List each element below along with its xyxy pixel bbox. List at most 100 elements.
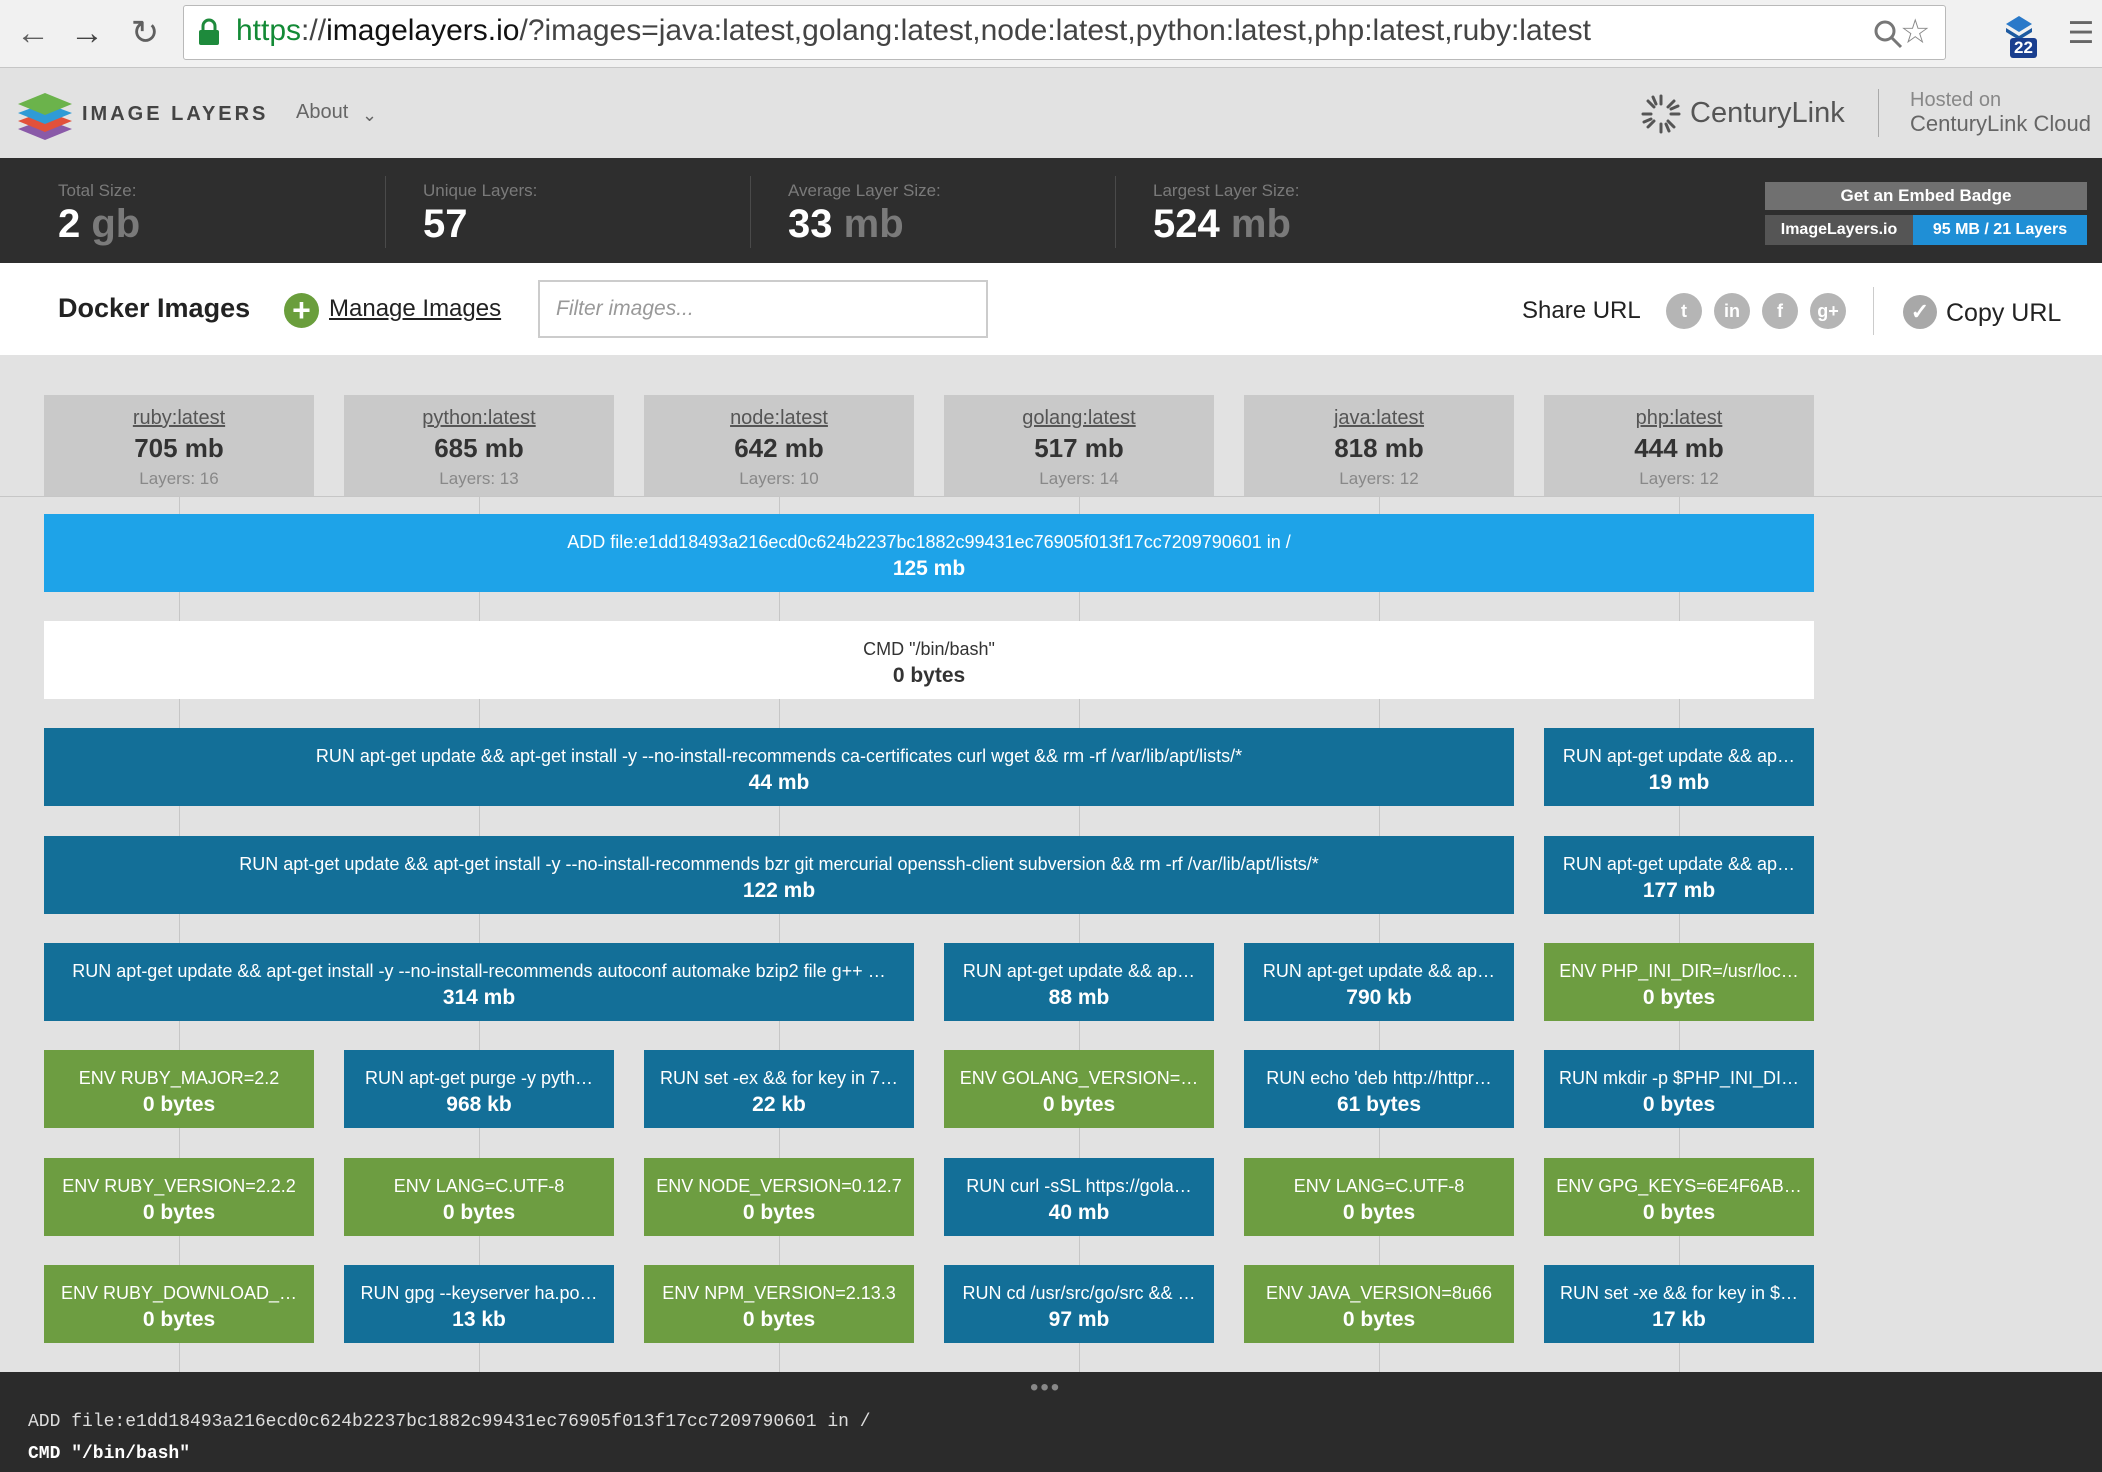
layer-command: ENV NPM_VERSION=2.13.3 — [662, 1283, 896, 1303]
layer-command: ENV RUBY_MAJOR=2.2 — [78, 1068, 280, 1088]
image-name[interactable]: python:latest — [344, 407, 614, 430]
layer-block[interactable]: RUN cd /usr/src/go/src && … 97 mb — [944, 1265, 1214, 1343]
image-size: 517 mb — [1034, 433, 1124, 463]
layer-block[interactable]: RUN curl -sSL https://gola… 40 mb — [944, 1158, 1214, 1236]
facebook-icon[interactable]: f — [1762, 293, 1798, 329]
brand-name[interactable]: IMAGE LAYERS — [82, 103, 268, 126]
stat-unit: mb — [843, 202, 904, 246]
layer-block[interactable]: ENV RUBY_VERSION=2.2.2 0 bytes — [44, 1158, 314, 1236]
layer-command: RUN echo 'deb http://httpr… — [1266, 1068, 1492, 1088]
image-header-python[interactable]: python:latest 685 mb Layers: 13 — [344, 395, 614, 496]
add-circle-icon[interactable]: + — [284, 293, 319, 328]
image-layer-count: Layers: 12 — [1339, 469, 1419, 488]
image-header-golang[interactable]: golang:latest 517 mb Layers: 14 — [944, 395, 1214, 496]
filter-images-input[interactable] — [538, 280, 988, 338]
image-size: 685 mb — [434, 433, 524, 463]
url-text: https://imagelayers.io/?images=java:late… — [236, 14, 1591, 48]
layer-command: ENV LANG=C.UTF-8 — [1293, 1176, 1465, 1196]
stat-unique-layers: Unique Layers: 57 — [423, 158, 783, 263]
section-title: Docker Images — [58, 293, 251, 323]
image-name[interactable]: ruby:latest — [44, 407, 314, 430]
forward-arrow-icon[interactable]: → — [64, 10, 110, 56]
layer-block[interactable]: RUN apt-get update && ap… 177 mb — [1544, 836, 1814, 914]
menu-icon[interactable]: ☰ — [2058, 10, 2102, 56]
layer-block[interactable]: RUN apt-get purge -y pyth… 968 kb — [344, 1050, 614, 1128]
stat-value: 2 gb — [58, 202, 140, 247]
layer-block[interactable]: RUN set -ex && for key in 7… 22 kb — [644, 1050, 914, 1128]
layer-block[interactable]: RUN set -xe && for key in $… 17 kb — [1544, 1265, 1814, 1343]
manage-images-link[interactable]: Manage Images — [329, 295, 501, 323]
layer-block[interactable]: ENV PHP_INI_DIR=/usr/loc… 0 bytes — [1544, 943, 1814, 1021]
layer-size: 122 mb — [742, 879, 816, 902]
linkedin-icon[interactable]: in — [1714, 293, 1750, 329]
header-divider — [1878, 89, 1879, 137]
image-header-ruby[interactable]: ruby:latest 705 mb Layers: 16 — [44, 395, 314, 496]
image-layer-count: Layers: 13 — [439, 469, 519, 488]
layer-size: 0 bytes — [1342, 1308, 1416, 1331]
address-bar[interactable]: https://imagelayers.io/?images=java:late… — [183, 5, 1946, 60]
layer-block[interactable]: RUN apt-get update && apt-get install -y… — [44, 728, 1514, 806]
resize-handle[interactable]: ••• — [1030, 1374, 1061, 1402]
layer-block[interactable]: ADD file:e1dd18493a216ecd0c624b2237bc188… — [44, 514, 1814, 592]
url-query: /?images=java:latest,golang:latest,node:… — [519, 14, 1591, 47]
layer-block[interactable]: ENV LANG=C.UTF-8 0 bytes — [344, 1158, 614, 1236]
bookmark-star-icon[interactable]: ☆ — [1900, 12, 1930, 52]
centurylink-name[interactable]: CenturyLink — [1690, 97, 1845, 130]
layer-block[interactable]: RUN gpg --keyserver ha.po… 13 kb — [344, 1265, 614, 1343]
stat-unit: mb — [1230, 202, 1291, 246]
layer-block[interactable]: ENV NODE_VERSION=0.12.7 0 bytes — [644, 1158, 914, 1236]
image-name[interactable]: golang:latest — [944, 407, 1214, 430]
layer-block[interactable]: ENV RUBY_DOWNLOAD_… 0 bytes — [44, 1265, 314, 1343]
image-header-node[interactable]: node:latest 642 mb Layers: 10 — [644, 395, 914, 496]
layer-block[interactable]: RUN apt-get update && ap… 790 kb — [1244, 943, 1514, 1021]
layer-size: 0 bytes — [892, 664, 966, 687]
google-plus-icon[interactable]: g+ — [1810, 293, 1846, 329]
stat-value: 57 — [423, 202, 468, 246]
lock-icon — [199, 18, 219, 45]
layer-block[interactable]: ENV NPM_VERSION=2.13.3 0 bytes — [644, 1265, 914, 1343]
url-host: imagelayers.io — [326, 14, 520, 47]
embed-badge-summary[interactable]: 95 MB / 21 Layers — [1913, 215, 2087, 245]
reload-icon[interactable]: ↻ — [122, 10, 168, 56]
layer-command: ADD file:e1dd18493a216ecd0c624b2237bc188… — [567, 532, 1291, 552]
layer-block[interactable]: RUN apt-get update && apt-get install -y… — [44, 836, 1514, 914]
about-menu[interactable]: About — [296, 101, 348, 124]
stat-total-size: Total Size: 2 gb — [58, 158, 418, 263]
image-name[interactable]: node:latest — [644, 407, 914, 430]
layer-block[interactable]: ENV LANG=C.UTF-8 0 bytes — [1244, 1158, 1514, 1236]
layer-block[interactable]: RUN mkdir -p $PHP_INI_DI… 0 bytes — [1544, 1050, 1814, 1128]
image-name[interactable]: java:latest — [1244, 407, 1514, 430]
embed-badge-button[interactable]: Get an Embed Badge — [1765, 182, 2087, 210]
embed-badge-source[interactable]: ImageLayers.io — [1765, 215, 1913, 245]
layer-size: 0 bytes — [1042, 1093, 1116, 1116]
layer-block[interactable]: RUN echo 'deb http://httpr… 61 bytes — [1244, 1050, 1514, 1128]
layer-block[interactable]: ENV RUBY_MAJOR=2.2 0 bytes — [44, 1050, 314, 1128]
layer-command: RUN mkdir -p $PHP_INI_DI… — [1558, 1068, 1800, 1088]
layer-block[interactable]: RUN apt-get update && apt-get install -y… — [44, 943, 914, 1021]
layer-block[interactable]: RUN apt-get update && ap… 19 mb — [1544, 728, 1814, 806]
image-size: 818 mb — [1334, 433, 1424, 463]
image-size: 642 mb — [734, 433, 824, 463]
image-header-php[interactable]: php:latest 444 mb Layers: 12 — [1544, 395, 1814, 496]
stat-divider — [385, 176, 386, 248]
stat-value: 524 mb — [1153, 202, 1291, 247]
layer-block[interactable]: ENV GPG_KEYS=6E4F6AB… 0 bytes — [1544, 1158, 1814, 1236]
extension-badge: 22 — [2010, 38, 2037, 58]
layer-block[interactable]: RUN apt-get update && ap… 88 mb — [944, 943, 1214, 1021]
extension-button[interactable]: 22 — [2002, 12, 2044, 60]
checkmark-icon[interactable]: ✓ — [1903, 295, 1937, 329]
image-layers-logo-icon[interactable] — [16, 89, 74, 141]
copy-url-button[interactable]: Copy URL — [1946, 299, 2061, 328]
layer-block[interactable]: ENV JAVA_VERSION=8u66 0 bytes — [1244, 1265, 1514, 1343]
chevron-down-icon[interactable]: ⌄ — [362, 105, 377, 126]
layer-command: RUN curl -sSL https://gola… — [966, 1176, 1192, 1196]
back-arrow-icon[interactable]: ← — [10, 10, 56, 56]
layer-size: 0 bytes — [142, 1201, 216, 1224]
image-header-java[interactable]: java:latest 818 mb Layers: 12 — [1244, 395, 1514, 496]
layer-block[interactable]: ENV GOLANG_VERSION=… 0 bytes — [944, 1050, 1214, 1128]
twitter-icon[interactable]: t — [1666, 293, 1702, 329]
layer-size: 790 kb — [1346, 986, 1412, 1009]
image-name[interactable]: php:latest — [1544, 407, 1814, 430]
layer-block[interactable]: CMD "/bin/bash" 0 bytes — [44, 621, 1814, 699]
share-url-label: Share URL — [1522, 297, 1641, 324]
